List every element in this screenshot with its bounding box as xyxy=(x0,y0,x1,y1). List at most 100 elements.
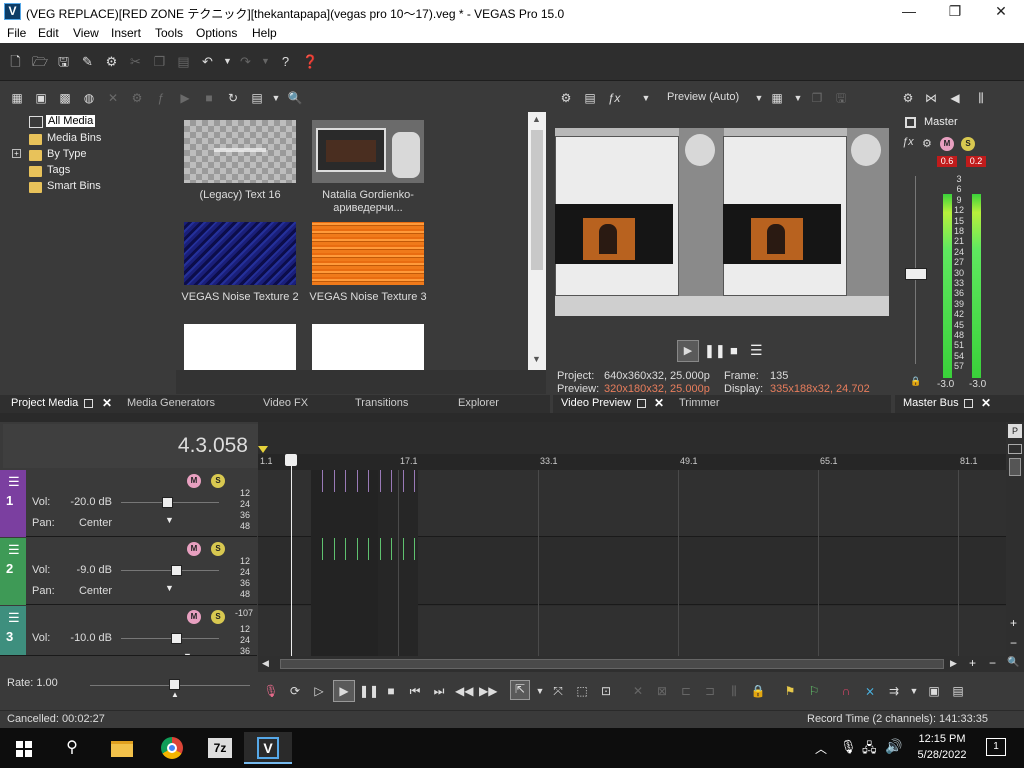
volume-slider-knob[interactable] xyxy=(170,565,182,576)
cut-icon[interactable]: ✂ xyxy=(128,54,143,69)
save-icon[interactable]: 🖫 xyxy=(56,54,71,69)
mute-icon[interactable]: M xyxy=(187,474,201,488)
tab-master-bus[interactable]: Master Bus xyxy=(903,397,959,409)
import-media-icon[interactable]: ▦ xyxy=(9,90,25,106)
event-clip-edge[interactable] xyxy=(322,538,323,560)
tray-chevron-icon[interactable]: ︿ xyxy=(815,740,827,757)
media-thumbnail-video[interactable] xyxy=(312,120,424,183)
event-clip-edge[interactable] xyxy=(391,538,392,560)
event-clip-edge[interactable] xyxy=(368,538,369,560)
lock-envelopes-icon[interactable]: ▣ xyxy=(926,683,942,699)
search-media-icon[interactable]: 🔍 xyxy=(287,90,303,106)
tab-transitions[interactable]: Transitions xyxy=(355,397,408,409)
vol-value[interactable]: -20.0 dB xyxy=(52,496,112,508)
redo-dropdown-icon[interactable]: ▼ xyxy=(258,54,273,69)
dim-output-icon[interactable]: ◀ xyxy=(947,90,963,106)
snapping-magnet-icon[interactable]: ∩ xyxy=(838,683,854,699)
redo-icon[interactable]: ↷ xyxy=(238,54,253,69)
scroll-right-icon[interactable]: ▶ xyxy=(950,658,957,669)
pan-knob[interactable]: ▼ xyxy=(165,515,174,525)
menu-view[interactable]: View xyxy=(73,26,99,40)
media-scrollbar[interactable]: ▲ ▼ xyxy=(528,112,546,370)
normal-edit-tool-icon[interactable]: ⇱ xyxy=(510,680,530,700)
preview-menu-icon[interactable]: ☰ xyxy=(750,342,763,359)
vegas-app-icon[interactable]: V xyxy=(4,3,21,20)
video-output-fx-icon[interactable]: ƒx xyxy=(606,90,622,106)
media-properties-icon[interactable]: ⚙ xyxy=(129,90,145,106)
preview-settings-gear-icon[interactable]: ⚙ xyxy=(558,90,574,106)
video-preview-frame[interactable] xyxy=(555,128,889,316)
pause-button[interactable]: ❚❚ xyxy=(704,343,726,359)
marker-flag-icon[interactable]: P xyxy=(1008,424,1022,438)
pause-button[interactable]: ❚❚ xyxy=(359,683,379,699)
project-properties-icon[interactable]: ▤ xyxy=(582,90,598,106)
close-tab-icon[interactable]: ✕ xyxy=(981,396,991,410)
trim-end-icon[interactable]: ⊐ xyxy=(702,683,718,699)
vegas-taskbar-icon[interactable]: V xyxy=(244,732,292,764)
volume-slider-knob[interactable] xyxy=(161,497,173,508)
media-thumbnail-noise-3[interactable] xyxy=(312,222,424,285)
scroll-down-icon[interactable]: ▼ xyxy=(532,354,541,364)
scroll-left-icon[interactable]: ◀ xyxy=(262,658,269,669)
zoom-tool-icon[interactable]: 🔍 xyxy=(1007,657,1019,668)
volume-slider-knob[interactable] xyxy=(170,633,182,644)
play-button[interactable]: ▶ xyxy=(333,680,355,702)
envelope-tool-icon[interactable]: ⤧ xyxy=(550,683,566,699)
ignore-grouping-icon[interactable]: ▤ xyxy=(950,683,966,699)
menu-options[interactable]: Options xyxy=(196,26,237,40)
overlays-grid-icon[interactable]: ▦ xyxy=(769,90,785,106)
lock-icon[interactable]: 🔒 xyxy=(910,376,921,387)
trim-icon[interactable]: ⊠ xyxy=(654,683,670,699)
minimize-button[interactable]: — xyxy=(886,0,932,24)
media-thumbnail-white[interactable] xyxy=(184,324,296,370)
record-icon[interactable]: 🎙 xyxy=(263,683,279,699)
paste-icon[interactable]: ▤ xyxy=(176,54,191,69)
lock-event-icon[interactable]: 🔒 xyxy=(750,683,766,699)
mixer-sliders-icon[interactable]: ⫼ xyxy=(973,90,989,106)
remove-media-icon[interactable]: ✕ xyxy=(105,90,121,106)
master-fader-knob[interactable] xyxy=(905,268,927,280)
rate-slider-knob[interactable] xyxy=(169,679,180,690)
undock-icon[interactable] xyxy=(964,399,973,408)
zoom-in-icon[interactable]: + xyxy=(969,656,976,670)
tree-item-by-type[interactable]: By Type xyxy=(47,148,87,160)
event-clip-edge[interactable] xyxy=(368,470,369,492)
mute-icon[interactable]: M xyxy=(940,137,954,151)
undock-icon[interactable] xyxy=(637,399,646,408)
menu-edit[interactable]: Edit xyxy=(38,26,59,40)
event-clip-edge[interactable] xyxy=(333,538,335,560)
stop-button[interactable]: ■ xyxy=(730,343,738,358)
insert-marker-icon[interactable]: ⚑ xyxy=(782,683,798,699)
tab-media-generators[interactable]: Media Generators xyxy=(127,397,215,409)
save-snapshot-icon[interactable]: 🖫 xyxy=(833,90,849,106)
mute-icon[interactable]: M xyxy=(187,542,201,556)
scroll-up-icon[interactable]: ▲ xyxy=(532,114,541,124)
master-fx-icon[interactable]: ƒx xyxy=(902,136,914,148)
master-settings-gear-icon[interactable]: ⚙ xyxy=(900,90,916,106)
event-clip-edge[interactable] xyxy=(414,470,415,492)
media-thumbnail-legacy-text[interactable] xyxy=(184,120,296,183)
help-icon[interactable]: ❓ xyxy=(302,54,318,69)
views-icon[interactable]: ▤ xyxy=(249,90,265,106)
file-explorer-icon[interactable] xyxy=(98,732,146,764)
track-menu-icon[interactable]: ☰ xyxy=(8,474,20,490)
go-to-start-icon[interactable]: ⏮ xyxy=(407,683,423,699)
downmix-icon[interactable]: ⋈ xyxy=(923,90,939,106)
undo-icon[interactable]: ↶ xyxy=(200,54,215,69)
play-from-start-icon[interactable]: ▷ xyxy=(311,683,327,699)
vertical-scroll-thumb[interactable] xyxy=(1009,458,1021,476)
playhead-cursor[interactable] xyxy=(291,466,292,656)
microphone-icon[interactable]: 🎙 xyxy=(840,739,857,755)
fx-dropdown-icon[interactable]: ▼ xyxy=(638,90,654,106)
preview-quality-select[interactable]: Preview (Auto) xyxy=(667,91,739,103)
event-clip-edge[interactable] xyxy=(379,470,381,492)
ripple-edit-icon[interactable]: ⇉ xyxy=(886,683,902,699)
close-tab-icon[interactable]: ✕ xyxy=(654,396,664,410)
properties-gear-icon[interactable]: ⚙ xyxy=(104,54,119,69)
tree-item-media-bins[interactable]: Media Bins xyxy=(47,132,101,144)
save-as-icon[interactable]: ✎ xyxy=(80,54,95,69)
loop-marker-icon[interactable] xyxy=(258,446,268,453)
solo-icon[interactable]: S xyxy=(211,474,225,488)
menu-help[interactable]: Help xyxy=(252,26,277,40)
network-icon[interactable]: 🖧 xyxy=(862,739,877,761)
